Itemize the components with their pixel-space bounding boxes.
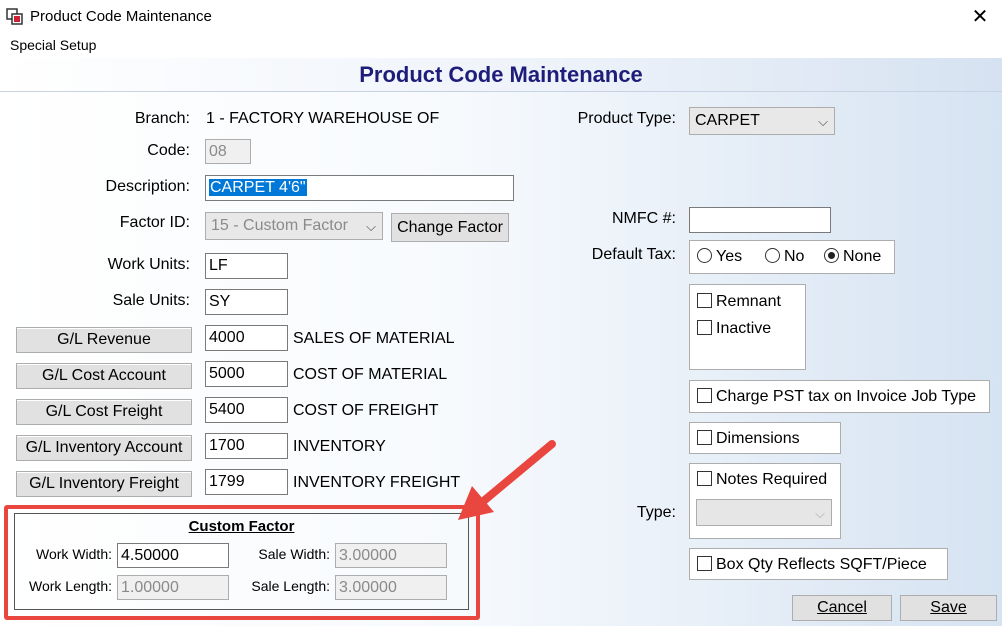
box-qty-label: Box Qty Reflects SQFT/Piece [716, 556, 927, 573]
change-factor-button[interactable]: Change Factor [391, 213, 509, 242]
gl-inventory-freight-desc: INVENTORY FREIGHT [293, 474, 461, 491]
radio-none-selected-icon [824, 248, 839, 263]
gl-revenue-field[interactable]: 4000 [205, 325, 288, 351]
gl-cost-freight-button[interactable]: G/L Cost Freight [16, 399, 192, 425]
default-tax-label: Default Tax: [591, 246, 676, 263]
notes-required-checkbox[interactable]: Notes Required [697, 471, 827, 489]
checkbox-icon [697, 388, 712, 403]
gl-cost-freight-field[interactable]: 5400 [205, 397, 288, 423]
dimensions-checkbox[interactable]: Dimensions [697, 430, 800, 448]
description-value: CARPET 4'6" [209, 179, 307, 196]
remnant-label: Remnant [716, 293, 781, 310]
inactive-label: Inactive [716, 320, 772, 337]
checkbox-icon [697, 320, 712, 335]
page-title: Product Code Maintenance [359, 62, 643, 87]
tax-option-yes-label: Yes [716, 248, 743, 265]
menu-item-special-setup[interactable]: Special Setup [10, 37, 96, 53]
radio-no-icon [765, 248, 780, 263]
gl-revenue-desc: SALES OF MATERIAL [293, 330, 455, 347]
inactive-checkbox[interactable]: Inactive [697, 320, 771, 338]
tax-option-no[interactable]: No [765, 248, 804, 266]
nmfc-field[interactable] [689, 207, 831, 233]
type-select: ⌵ [696, 499, 832, 526]
gl-inventory-account-button[interactable]: G/L Inventory Account [16, 435, 192, 461]
gl-inventory-freight-button[interactable]: G/L Inventory Freight [16, 471, 192, 497]
charge-pst-label: Charge PST tax on Invoice Job Type [716, 388, 977, 405]
tax-option-none-label: None [843, 248, 882, 265]
gl-inventory-account-field[interactable]: 1700 [205, 433, 288, 459]
work-units-field[interactable]: LF [205, 253, 288, 279]
sale-units-label: Sale Units: [112, 292, 190, 309]
close-icon[interactable]: ✕ [966, 4, 994, 30]
description-field[interactable]: CARPET 4'6" [205, 175, 514, 201]
charge-pst-checkbox[interactable]: Charge PST tax on Invoice Job Type [697, 388, 976, 406]
checkbox-icon [697, 293, 712, 308]
product-type-label: Product Type: [577, 110, 676, 127]
cancel-button[interactable]: Cancel [792, 595, 892, 621]
gl-revenue-button[interactable]: G/L Revenue [16, 327, 192, 353]
gl-cost-account-desc: COST OF MATERIAL [293, 366, 448, 383]
checkbox-icon [697, 430, 712, 445]
remnant-checkbox[interactable]: Remnant [697, 293, 781, 311]
chevron-down-icon: ⌵ [818, 114, 828, 129]
notes-required-label: Notes Required [716, 471, 828, 488]
product-type-select[interactable]: CARPET ⌵ [689, 107, 835, 135]
app-icon [6, 8, 23, 25]
menu-bar [0, 34, 1002, 58]
branch-label: Branch: [134, 110, 190, 127]
code-label: Code: [147, 142, 190, 159]
gl-inventory-account-desc: INVENTORY [293, 438, 386, 455]
chevron-down-icon: ⌵ [815, 506, 825, 521]
product-type-value: CARPET [695, 112, 760, 129]
gl-cost-freight-desc: COST OF FREIGHT [293, 402, 439, 419]
save-button[interactable]: Save [900, 595, 997, 621]
chevron-down-icon: ⌵ [366, 219, 376, 234]
box-qty-checkbox[interactable]: Box Qty Reflects SQFT/Piece [697, 556, 927, 574]
factor-id-label: Factor ID: [119, 214, 190, 231]
annotation-arrow-icon [458, 440, 556, 520]
highlight-box [4, 505, 480, 620]
window-title: Product Code Maintenance [30, 8, 212, 25]
checkbox-icon [697, 556, 712, 571]
checkbox-icon [697, 471, 712, 486]
dimensions-label: Dimensions [716, 430, 800, 447]
branch-value: 1 - FACTORY WAREHOUSE OF [206, 110, 440, 127]
gl-cost-account-field[interactable]: 5000 [205, 361, 288, 387]
description-label: Description: [105, 178, 190, 195]
sale-units-field[interactable]: SY [205, 289, 288, 315]
gl-cost-account-button[interactable]: G/L Cost Account [16, 363, 192, 389]
work-units-label: Work Units: [107, 256, 190, 273]
radio-yes-icon [697, 248, 712, 263]
code-field: 08 [205, 139, 251, 164]
tax-option-no-label: No [784, 248, 805, 265]
factor-id-value: 15 - Custom Factor [211, 217, 348, 234]
tax-option-none[interactable]: None [824, 248, 881, 266]
factor-id-select: 15 - Custom Factor ⌵ [205, 212, 383, 240]
type-label: Type: [636, 504, 676, 521]
gl-inventory-freight-field[interactable]: 1799 [205, 469, 288, 495]
nmfc-label: NMFC #: [612, 210, 676, 227]
tax-option-yes[interactable]: Yes [697, 248, 742, 266]
